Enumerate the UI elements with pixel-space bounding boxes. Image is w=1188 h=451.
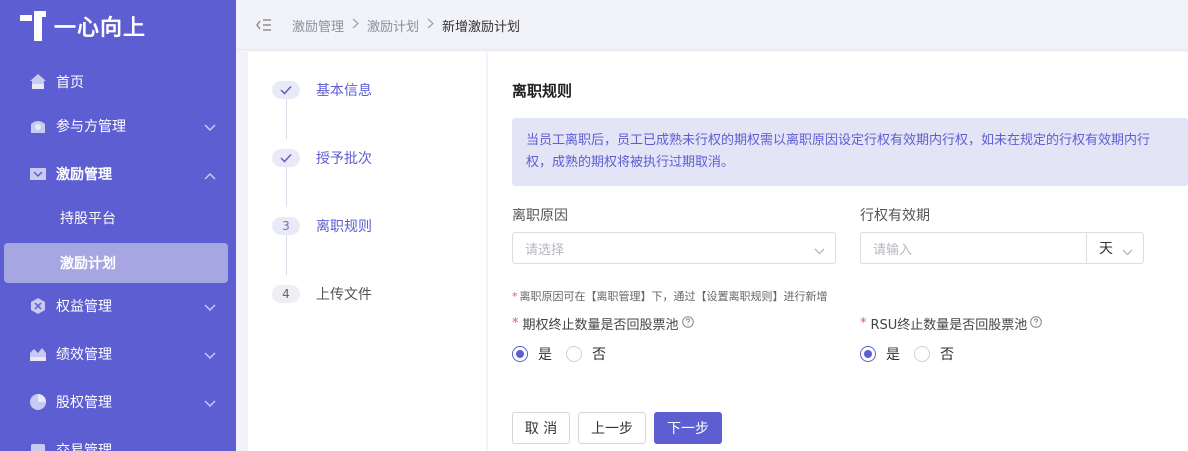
help-icon[interactable] — [681, 315, 694, 332]
logo-text: 一心向上 — [54, 16, 147, 41]
incentive-icon — [28, 164, 48, 184]
validity-label: 行权有效期 — [860, 208, 930, 224]
step-label: 离职规则 — [316, 219, 372, 235]
step-leave-rules[interactable]: 3 离职规则 — [272, 216, 372, 236]
rsu-pool-yes-radio[interactable]: 是 — [860, 344, 900, 364]
step-basic-info[interactable]: 基本信息 — [272, 80, 372, 100]
step-connector — [286, 235, 287, 275]
radio-label: 否 — [592, 347, 606, 363]
sidebar-item-equity[interactable]: 权益管理 — [0, 286, 236, 326]
logo-mark-icon — [20, 11, 46, 41]
radio-checked-icon — [512, 346, 528, 362]
main-form-panel: 离职规则 当员工离职后，员工已成熟未行权的期权需以离职原因设定行权有效期内行权，… — [488, 52, 1188, 451]
chevron-down-icon — [204, 300, 216, 316]
sidebar-item-label: 首页 — [56, 75, 84, 91]
chevron-down-icon — [204, 120, 216, 136]
top-header: 激励管理 激励计划 新增激励计划 — [236, 0, 1188, 50]
radio-checked-icon — [860, 346, 876, 362]
radio-unchecked-icon — [566, 346, 582, 362]
sidebar-item-label: 激励管理 — [56, 167, 112, 183]
step-label: 授予批次 — [316, 151, 372, 167]
option-pool-yes-radio[interactable]: 是 — [512, 344, 552, 364]
step-label: 上传文件 — [316, 287, 372, 303]
leave-reason-hint: * 离职原因可在【离职管理】下，通过【设置离职规则】进行新增 — [512, 288, 828, 304]
sidebar-item-incentive[interactable]: 激励管理 — [0, 154, 236, 194]
rsu-pool-no-radio[interactable]: 否 — [914, 344, 954, 364]
step-upload-files[interactable]: 4 上传文件 — [272, 284, 372, 304]
leave-reason-label: 离职原因 — [512, 208, 568, 224]
leave-reason-placeholder: 请选择 — [525, 242, 565, 258]
next-step-button[interactable]: 下一步 — [654, 412, 722, 444]
validity-placeholder: 请输入 — [873, 242, 913, 258]
app-logo[interactable]: 一心向上 — [20, 10, 146, 42]
section-title: 离职规则 — [512, 82, 573, 100]
sidebar-item-label: 权益管理 — [56, 299, 112, 315]
option-pool-no-radio[interactable]: 否 — [566, 344, 606, 364]
validity-unit-select[interactable]: 天 — [1086, 232, 1144, 264]
notice-banner: 当员工离职后，员工已成熟未行权的期权需以离职原因设定行权有效期内行权，如未在规定… — [512, 118, 1188, 186]
sidebar-item-label: 股权管理 — [56, 395, 112, 411]
chevron-down-icon — [814, 244, 825, 259]
required-mark: * — [512, 290, 518, 303]
radio-unchecked-icon — [914, 346, 930, 362]
required-mark: * — [860, 316, 867, 331]
sidebar-subitem-label: 激励计划 — [60, 256, 116, 272]
home-icon — [28, 72, 48, 92]
breadcrumb: 激励管理 激励计划 新增激励计划 — [292, 16, 520, 35]
question-label: RSU终止数量是否回股票池 — [870, 318, 1028, 333]
step-connector — [286, 99, 287, 139]
previous-step-button[interactable]: 上一步 — [578, 412, 646, 444]
help-icon[interactable] — [1030, 315, 1043, 332]
sidebar-subitem-holding-platform[interactable]: 持股平台 — [0, 198, 236, 238]
validity-input[interactable]: 请输入 — [860, 232, 1087, 264]
sidebar-item-home[interactable]: 首页 — [0, 62, 236, 102]
chevron-down-icon — [1122, 244, 1133, 260]
step-connector — [286, 167, 287, 207]
step-grant-batch[interactable]: 授予批次 — [272, 148, 372, 168]
sidebar-item-trade[interactable]: 交易管理 — [0, 430, 236, 451]
step-number: 3 — [272, 217, 300, 235]
sidebar-subitem-incentive-plan[interactable]: 激励计划 — [4, 243, 228, 283]
stock-icon — [28, 392, 48, 412]
step-number: 4 — [272, 285, 300, 303]
rsu-pool-question: * RSU终止数量是否回股票池 — [860, 314, 1043, 333]
sidebar: 一心向上 首页 参与方管理 激励管理 持股平台 激励计划 权益管理 绩效管理 股… — [0, 0, 236, 451]
hint-text: 离职原因可在【离职管理】下，通过【设置离职规则】进行新增 — [519, 290, 828, 303]
sidebar-subitem-label: 持股平台 — [60, 211, 116, 227]
chevron-up-icon — [204, 168, 216, 184]
performance-icon — [28, 344, 48, 364]
sidebar-item-performance[interactable]: 绩效管理 — [0, 334, 236, 374]
required-mark: * — [512, 316, 519, 331]
sidebar-item-stock[interactable]: 股权管理 — [0, 382, 236, 422]
participants-icon — [28, 116, 48, 136]
sidebar-item-label: 交易管理 — [56, 443, 112, 451]
breadcrumb-item-plan[interactable]: 激励计划 — [367, 16, 419, 35]
cancel-button[interactable]: 取 消 — [512, 412, 570, 444]
trade-icon — [28, 440, 48, 451]
option-pool-question: * 期权终止数量是否回股票池 — [512, 314, 694, 333]
breadcrumb-separator-icon — [427, 18, 435, 33]
breadcrumb-separator-icon — [352, 18, 359, 33]
sidebar-item-label: 参与方管理 — [56, 119, 126, 135]
chevron-down-icon — [204, 348, 216, 364]
radio-label: 否 — [940, 347, 954, 363]
breadcrumb-current: 新增激励计划 — [442, 20, 521, 35]
sidebar-item-label: 绩效管理 — [56, 347, 112, 363]
question-label: 期权终止数量是否回股票池 — [522, 318, 679, 333]
sidebar-item-participants[interactable]: 参与方管理 — [0, 106, 236, 146]
check-icon — [272, 81, 300, 99]
radio-label: 是 — [538, 347, 552, 363]
step-label: 基本信息 — [316, 83, 372, 99]
radio-label: 是 — [886, 347, 900, 363]
leave-reason-select[interactable]: 请选择 — [512, 232, 836, 264]
breadcrumb-item-incentive[interactable]: 激励管理 — [292, 16, 344, 35]
chevron-down-icon — [204, 396, 216, 412]
equity-icon — [28, 296, 48, 316]
check-icon — [272, 149, 300, 167]
collapse-menu-icon[interactable] — [256, 17, 272, 36]
validity-unit-value: 天 — [1099, 241, 1113, 257]
steps-panel: 基本信息 授予批次 3 离职规则 4 上传文件 — [248, 52, 486, 451]
